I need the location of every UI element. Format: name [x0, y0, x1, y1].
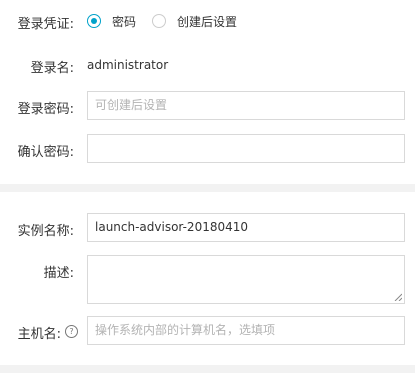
login-password-label: 登录密码:: [17, 102, 74, 117]
instance-name-input[interactable]: launch-advisor-20180410: [87, 213, 405, 242]
login-name-label: 登录名:: [30, 61, 74, 76]
description-textarea[interactable]: [87, 255, 405, 304]
credentials-label: 登录凭证:: [17, 17, 74, 32]
login-password-input[interactable]: 可创建后设置: [87, 91, 405, 120]
radio-set-later-label[interactable]: 创建后设置: [177, 13, 237, 30]
login-credentials-section: 登录凭证: 密码 创建后设置 登录名: administrator 登录密码: …: [0, 0, 415, 184]
resize-grip-icon[interactable]: [394, 293, 402, 301]
radio-set-later[interactable]: [152, 14, 166, 28]
confirm-password-input[interactable]: [87, 134, 405, 163]
login-name-value: administrator: [87, 58, 169, 72]
instance-config-form: 登录凭证: 密码 创建后设置 登录名: administrator 登录密码: …: [0, 0, 415, 373]
hostname-label: 主机名:: [17, 327, 61, 342]
instance-name-label: 实例名称:: [17, 224, 74, 239]
hostname-input[interactable]: 操作系统内部的计算机名，选填项: [87, 316, 405, 345]
help-icon[interactable]: ?: [65, 325, 78, 338]
radio-password[interactable]: [87, 14, 101, 28]
description-label: 描述:: [43, 266, 74, 281]
bottom-divider: [0, 365, 415, 373]
section-divider: [0, 184, 415, 192]
confirm-password-label: 确认密码:: [17, 145, 74, 160]
instance-info-section: 实例名称: launch-advisor-20180410 描述: 主机名: ?…: [0, 192, 415, 365]
radio-password-label[interactable]: 密码: [112, 13, 136, 30]
